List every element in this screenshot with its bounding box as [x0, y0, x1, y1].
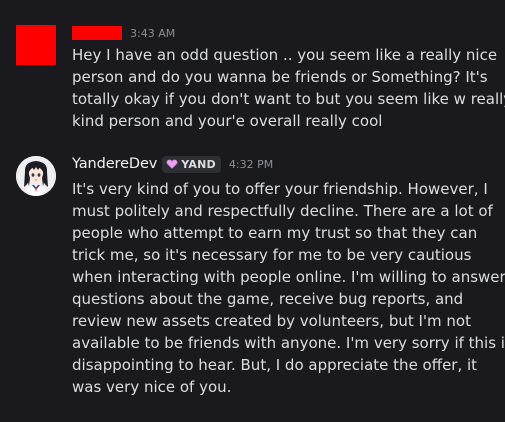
message-line: Hey I have an odd question .. you seem l…	[72, 46, 498, 64]
message-header: YandereDev YAND 4:32 PM	[72, 153, 273, 175]
message-line: was very nice of you.	[72, 378, 232, 396]
message-content: It's very kind of you to offer your frie…	[72, 178, 505, 398]
tag-label: YAND	[181, 157, 216, 171]
avatar[interactable]	[16, 25, 56, 65]
message-line: questions about the game, receive bug re…	[72, 290, 464, 308]
server-tag[interactable]: YAND	[162, 155, 221, 173]
message-line: when interacting with people online. I'm…	[72, 268, 505, 286]
avatar[interactable]	[16, 156, 56, 196]
message-line: must politely and respectfully decline. …	[72, 202, 493, 220]
message-line: review new assets created by volunteers,…	[72, 312, 471, 330]
message-line: trick me, so it's necessary for me to be…	[72, 246, 472, 264]
message-line: available to be friends with anyone. I'm…	[72, 334, 505, 352]
timestamp[interactable]: 3:43 AM	[130, 27, 175, 40]
anime-avatar[interactable]	[16, 156, 56, 196]
timestamp[interactable]: 4:32 PM	[229, 158, 273, 171]
heart-icon	[166, 159, 178, 169]
message-line: disappointing to hear. But, I do appreci…	[72, 356, 478, 374]
message-line: kind person and your'e overall really co…	[72, 112, 383, 130]
message-line: It's very kind of you to offer your frie…	[72, 180, 488, 198]
redacted-avatar[interactable]	[16, 25, 56, 65]
message-line: people who attempt to earn my trust so t…	[72, 224, 478, 242]
redacted-username[interactable]	[72, 26, 122, 40]
message-content: Hey I have an odd question .. you seem l…	[72, 44, 505, 132]
username[interactable]: YandereDev	[72, 156, 157, 172]
avatar-image	[16, 156, 56, 196]
message-header: 3:43 AM	[72, 22, 175, 44]
message-line: person and do you wanna be friends or So…	[72, 68, 488, 86]
message-line: totally okay if you don't want to but yo…	[72, 90, 505, 108]
